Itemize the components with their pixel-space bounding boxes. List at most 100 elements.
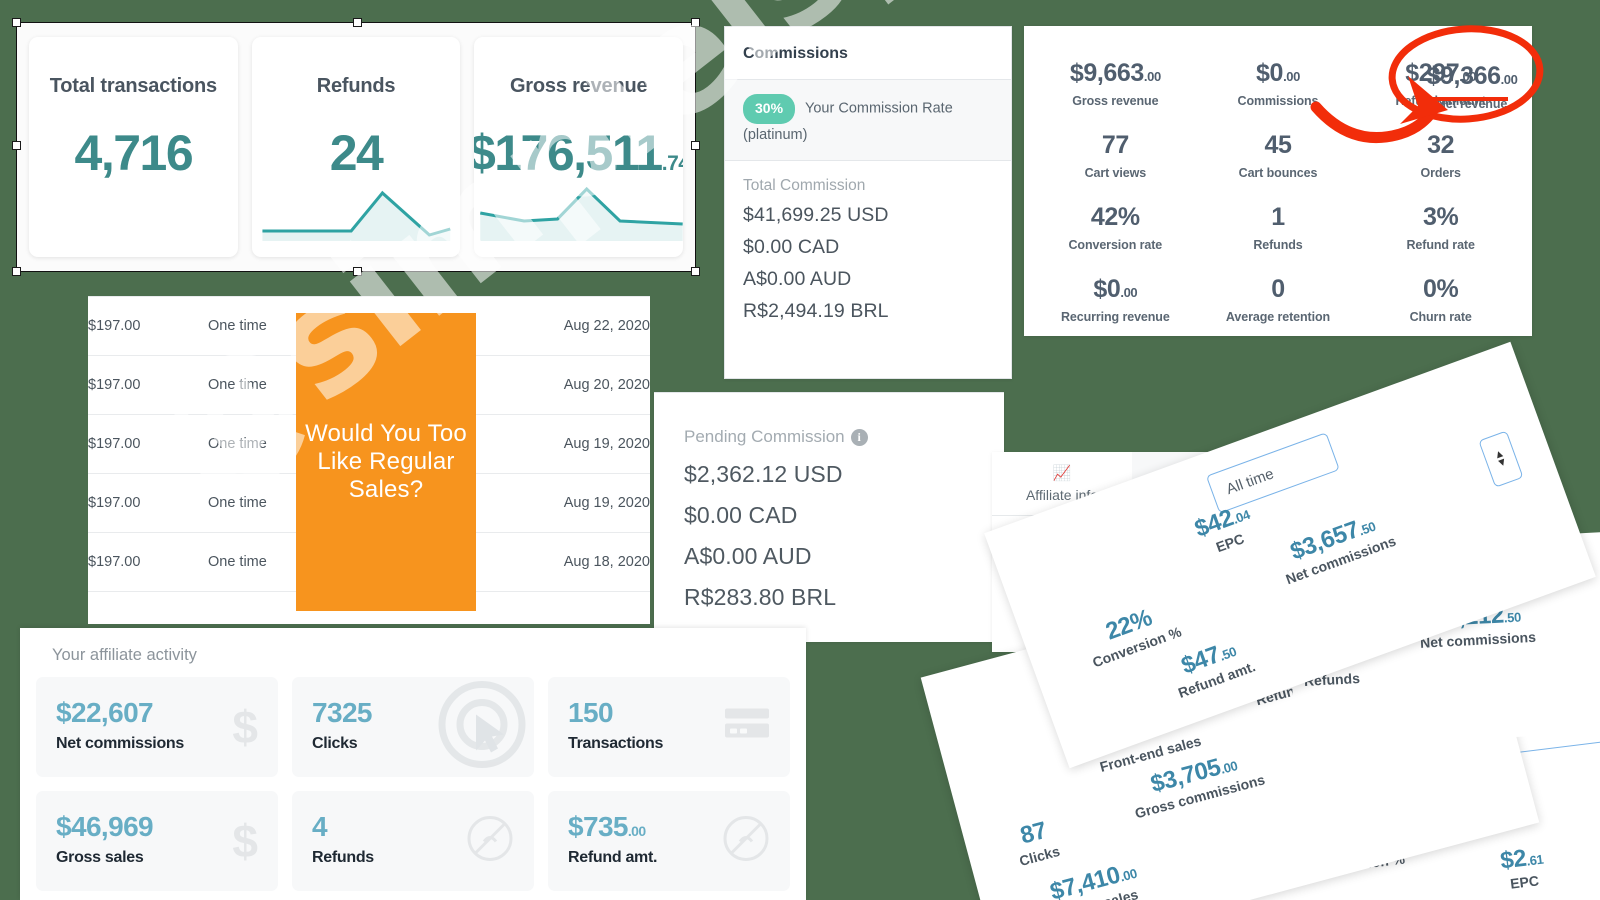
selection-handle-sw[interactable] [12,267,21,276]
stat-label: Refund rate [1406,238,1475,252]
stat-cell-orders: 32 Orders [1359,120,1522,192]
stat-value: $9,663.00 [1069,59,1161,87]
range-select-top[interactable]: All time [1205,432,1340,514]
commission-amount-cad: $0.00 CAD [743,236,840,259]
stat-cell-cart-bounces: 45 Cart bounces [1197,120,1360,192]
stat-label: Churn rate [1409,310,1472,324]
kpi-value: $176,511.74 [474,125,683,181]
kpi-card-gross-revenue: Gross revenue $176,511.74 [474,37,684,257]
pending-amount-usd: $2,362.12 USD [684,461,843,487]
stat-cell-refunds: 1 Refunds [1197,192,1360,264]
stat-label: Recurring revenue [1060,310,1170,324]
activity-card-refund-amount: $735.00 Refund amt. [548,791,790,891]
dollar-icon: $ [232,701,258,753]
stat-label: Gross revenue [1072,94,1159,108]
stat-label: Conversion rate [1068,238,1163,252]
activity-card-clicks: 7325 Clicks [292,677,534,777]
stat-cell-churn-rate: 0% Churn rate [1359,264,1522,336]
chart-icon: 📈 [1052,464,1072,482]
commissions-header: Commissions [725,27,1011,80]
kpi-card-total-transactions: Total transactions 4,716 [29,37,238,257]
kpi-title: Refunds [316,75,396,97]
activity-label: Gross sales [56,849,144,866]
selection-handle-n[interactable] [353,18,362,27]
rotated-stat-net-commissions-top: $3,657.50 Net commissions [1283,515,1398,588]
commission-amount-brl: R$2,494.19 BRL [743,300,889,323]
commission-rate-band: 30% Your Commission Rate (platinum) [725,80,1011,162]
stat-cell-cart-views: 77 Cart views [1034,120,1197,192]
range-select-value: All time [1223,464,1276,498]
commission-amount-aud: A$0.00 AUD [743,268,852,291]
stat-value: 42% [1090,203,1140,231]
cell-amount: $197.00 [88,318,141,334]
target-cursor-icon [436,679,528,776]
spinner-control-top[interactable]: ▲ ▼ [1478,430,1524,488]
affiliate-activity-panel: Your affiliate activity $22,607 Net comm… [20,628,806,900]
stat-value: 45 [1264,131,1292,159]
info-icon[interactable]: i [850,429,868,446]
affiliate-activity-title: Your affiliate activity [52,646,197,664]
total-commission-label: Total Commission [743,177,866,195]
commission-rate-badge: 30% [743,94,796,124]
sparkline-gross-revenue [474,179,684,241]
stat-value: $9,366.00 [1426,62,1518,90]
stat-cell-net-revenue: $9,366.00 Net revenue [1412,62,1532,111]
selection-handle-e[interactable] [691,141,700,150]
spinner-arrows-icon[interactable]: ▲▼ [1492,447,1509,470]
stat-value: 0% [1422,275,1459,303]
stat-cell-conversion-rate: 42% Conversion rate [1034,192,1197,264]
activity-card-transactions: 150 Transactions [548,677,790,777]
pending-commission-panel: Pending Commission i $2,362.12 USD $0.00 … [654,392,1004,642]
no-money-icon [466,815,514,868]
no-money-icon [722,815,770,868]
commission-amount-usd: $41,699.25 USD [743,204,889,227]
kpi-title: Gross revenue [509,75,648,97]
kpi-value: 24 [329,125,384,181]
stat-label: Refunds [1253,238,1303,252]
selection-handle-ne[interactable] [691,18,700,27]
pending-amount-brl: R$283.80 BRL [684,584,837,610]
selection-handle-w[interactable] [12,141,21,150]
stat-value: 3% [1422,203,1459,231]
stat-label: Cart bounces [1238,166,1318,180]
pending-amount-cad: $0.00 CAD [684,502,798,528]
selection-handle-s[interactable] [353,267,362,276]
activity-value: $22,607 [56,697,154,728]
cell-amount: $197.00 [88,554,141,570]
stat-label: Average retention [1225,310,1331,324]
stat-value: 1 [1271,203,1285,231]
rotated-stat-refund-amt-top: $47.50 Refund amt. [1175,641,1258,701]
kpi-panel: Total transactions 4,716 Refunds 24 Gros… [12,18,700,276]
commissions-body: Total Commission $41,699.25 USD $0.00 CA… [725,161,1011,348]
stat-value: 32 [1427,131,1455,159]
pending-amount-aud: A$0.00 AUD [684,543,812,569]
stat-cell-average-retention: 0 Average retention [1197,264,1360,336]
rotated-stat-gross-sales: $7,410.00 Gross sales [1047,861,1139,900]
rotated-stat-clicks: 87 Clicks [1017,816,1062,869]
pending-commission-label: Pending Commission i [684,427,974,447]
stat-value: $0.00 [1256,59,1300,87]
commissions-panel: Commissions 30% Your Commission Rate (pla… [724,26,1012,379]
stat-label: Commissions [1237,94,1319,108]
sparkline-refunds [252,179,461,241]
stat-label: Orders [1420,166,1461,180]
selection-handle-se[interactable] [691,267,700,276]
stat-label: Net revenue [1436,97,1508,111]
promo-overlay-text: Would You Too Like Regular Sales? [305,419,467,504]
stat-cell-commissions: $0.00 Commissions [1197,48,1360,120]
stat-label: Cart views [1084,166,1147,180]
stat-cell-gross-revenue: $9,663.00 Gross revenue [1034,48,1197,120]
stat-value: 0 [1271,275,1285,303]
activity-card-net-commissions: $22,607 Net commissions $ [36,677,278,777]
promo-overlay: Would You Too Like Regular Sales? [296,313,476,611]
selection-handle-nw[interactable] [12,18,21,27]
cell-amount: $197.00 [88,495,141,511]
activity-card-gross-sales: $46,969 Gross sales $ [36,791,278,891]
activity-value: $46,969 [56,811,154,842]
kpi-value: 4,716 [74,125,194,181]
credit-card-icon [724,708,770,747]
rotated-stat-epc-top: $42.04 EPC [1191,504,1252,556]
cell-amount: $197.00 [88,436,141,452]
kpi-title: Total transactions [49,75,217,97]
dollar-icon: $ [232,815,258,867]
